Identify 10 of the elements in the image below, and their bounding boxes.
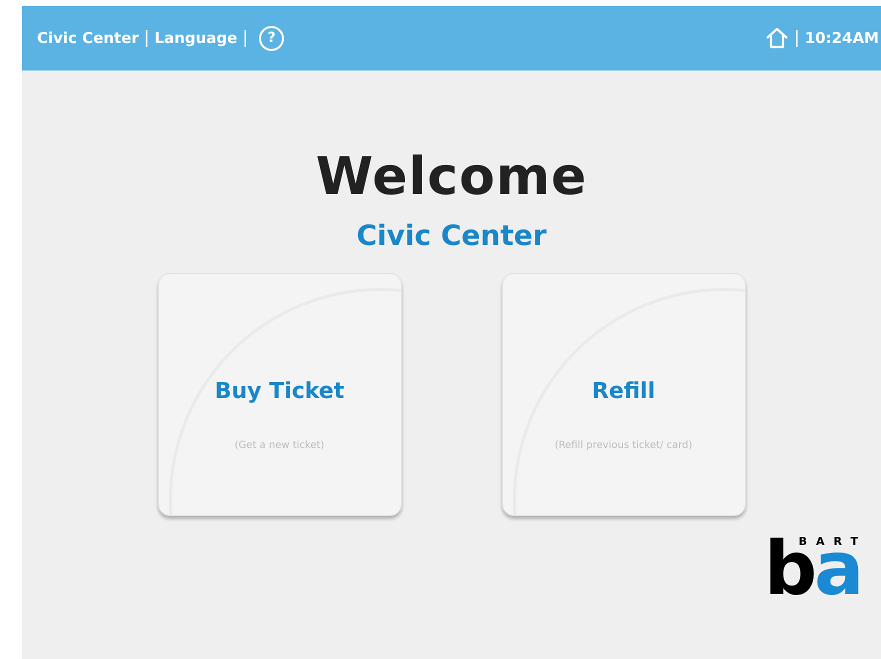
language-link[interactable]: Language xyxy=(154,29,238,47)
station-name: Civic Center xyxy=(356,218,546,254)
station-label: Civic Center xyxy=(37,29,139,47)
home-icon[interactable] xyxy=(764,27,789,49)
welcome-heading: Welcome xyxy=(316,146,588,209)
clock-time: 10:24AM xyxy=(804,29,879,47)
separator: | xyxy=(144,28,150,48)
separator: | xyxy=(794,28,800,48)
separator: | xyxy=(242,28,248,48)
help-button[interactable]: ? xyxy=(259,26,284,50)
